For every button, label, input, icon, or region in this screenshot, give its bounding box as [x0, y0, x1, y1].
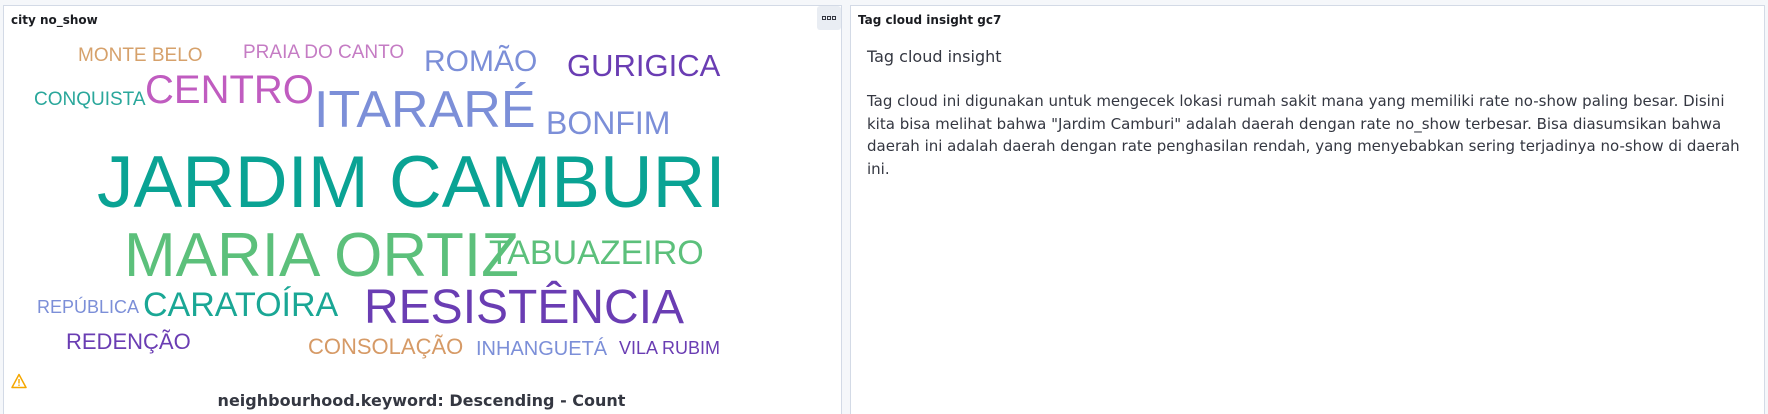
tag-cloud-insight-panel: Tag cloud insight gc7 Tag cloud insight … — [850, 5, 1765, 414]
tag-monte-belo[interactable]: MONTE BELO — [78, 46, 203, 65]
options-icon[interactable] — [817, 6, 841, 30]
tag-bonfim[interactable]: BONFIM — [546, 107, 670, 139]
tag-redencao[interactable]: REDENÇÃO — [66, 331, 191, 353]
panel-title: Tag cloud insight gc7 — [858, 13, 1002, 27]
tag-conquista[interactable]: CONQUISTA — [34, 90, 146, 109]
tag-maria-ortiz[interactable]: MARIA ORTIZ — [124, 225, 519, 287]
panel-title: city no_show — [11, 13, 98, 27]
tag-resistencia[interactable]: RESISTÊNCIA — [364, 284, 684, 332]
tag-centro[interactable]: CENTRO — [145, 70, 314, 110]
tag-inhangueta[interactable]: INHANGUETÁ — [476, 339, 607, 359]
tag-consolacao[interactable]: CONSOLAÇÃO — [308, 336, 463, 358]
tag-cloud-caption: neighbourhood.keyword: Descending - Coun… — [217, 391, 626, 410]
tag-jardim-camburi[interactable]: JARDIM CAMBURI — [97, 146, 726, 219]
tag-romao[interactable]: ROMÃO — [424, 47, 537, 77]
warning-icon[interactable] — [11, 373, 27, 389]
tag-tabuazeiro[interactable]: TABUAZEIRO — [489, 236, 704, 270]
tag-vila-rubim[interactable]: VILA RUBIM — [619, 339, 720, 357]
tag-republica[interactable]: REPÚBLICA — [37, 298, 139, 316]
tag-itarare[interactable]: ITARARÉ — [314, 84, 536, 136]
tag-praia-do-canto[interactable]: PRAIA DO CANTO — [243, 43, 404, 62]
city-no-show-panel: city no_show MONTE BELO PRAIA DO CANTO R… — [3, 5, 842, 414]
tag-caratoira[interactable]: CARATOÍRA — [143, 288, 338, 322]
markdown-body: Tag cloud ini digunakan untuk mengecek l… — [867, 92, 1740, 178]
markdown-heading: Tag cloud insight — [867, 47, 1002, 66]
tag-gurigica[interactable]: GURIGICA — [567, 50, 720, 81]
